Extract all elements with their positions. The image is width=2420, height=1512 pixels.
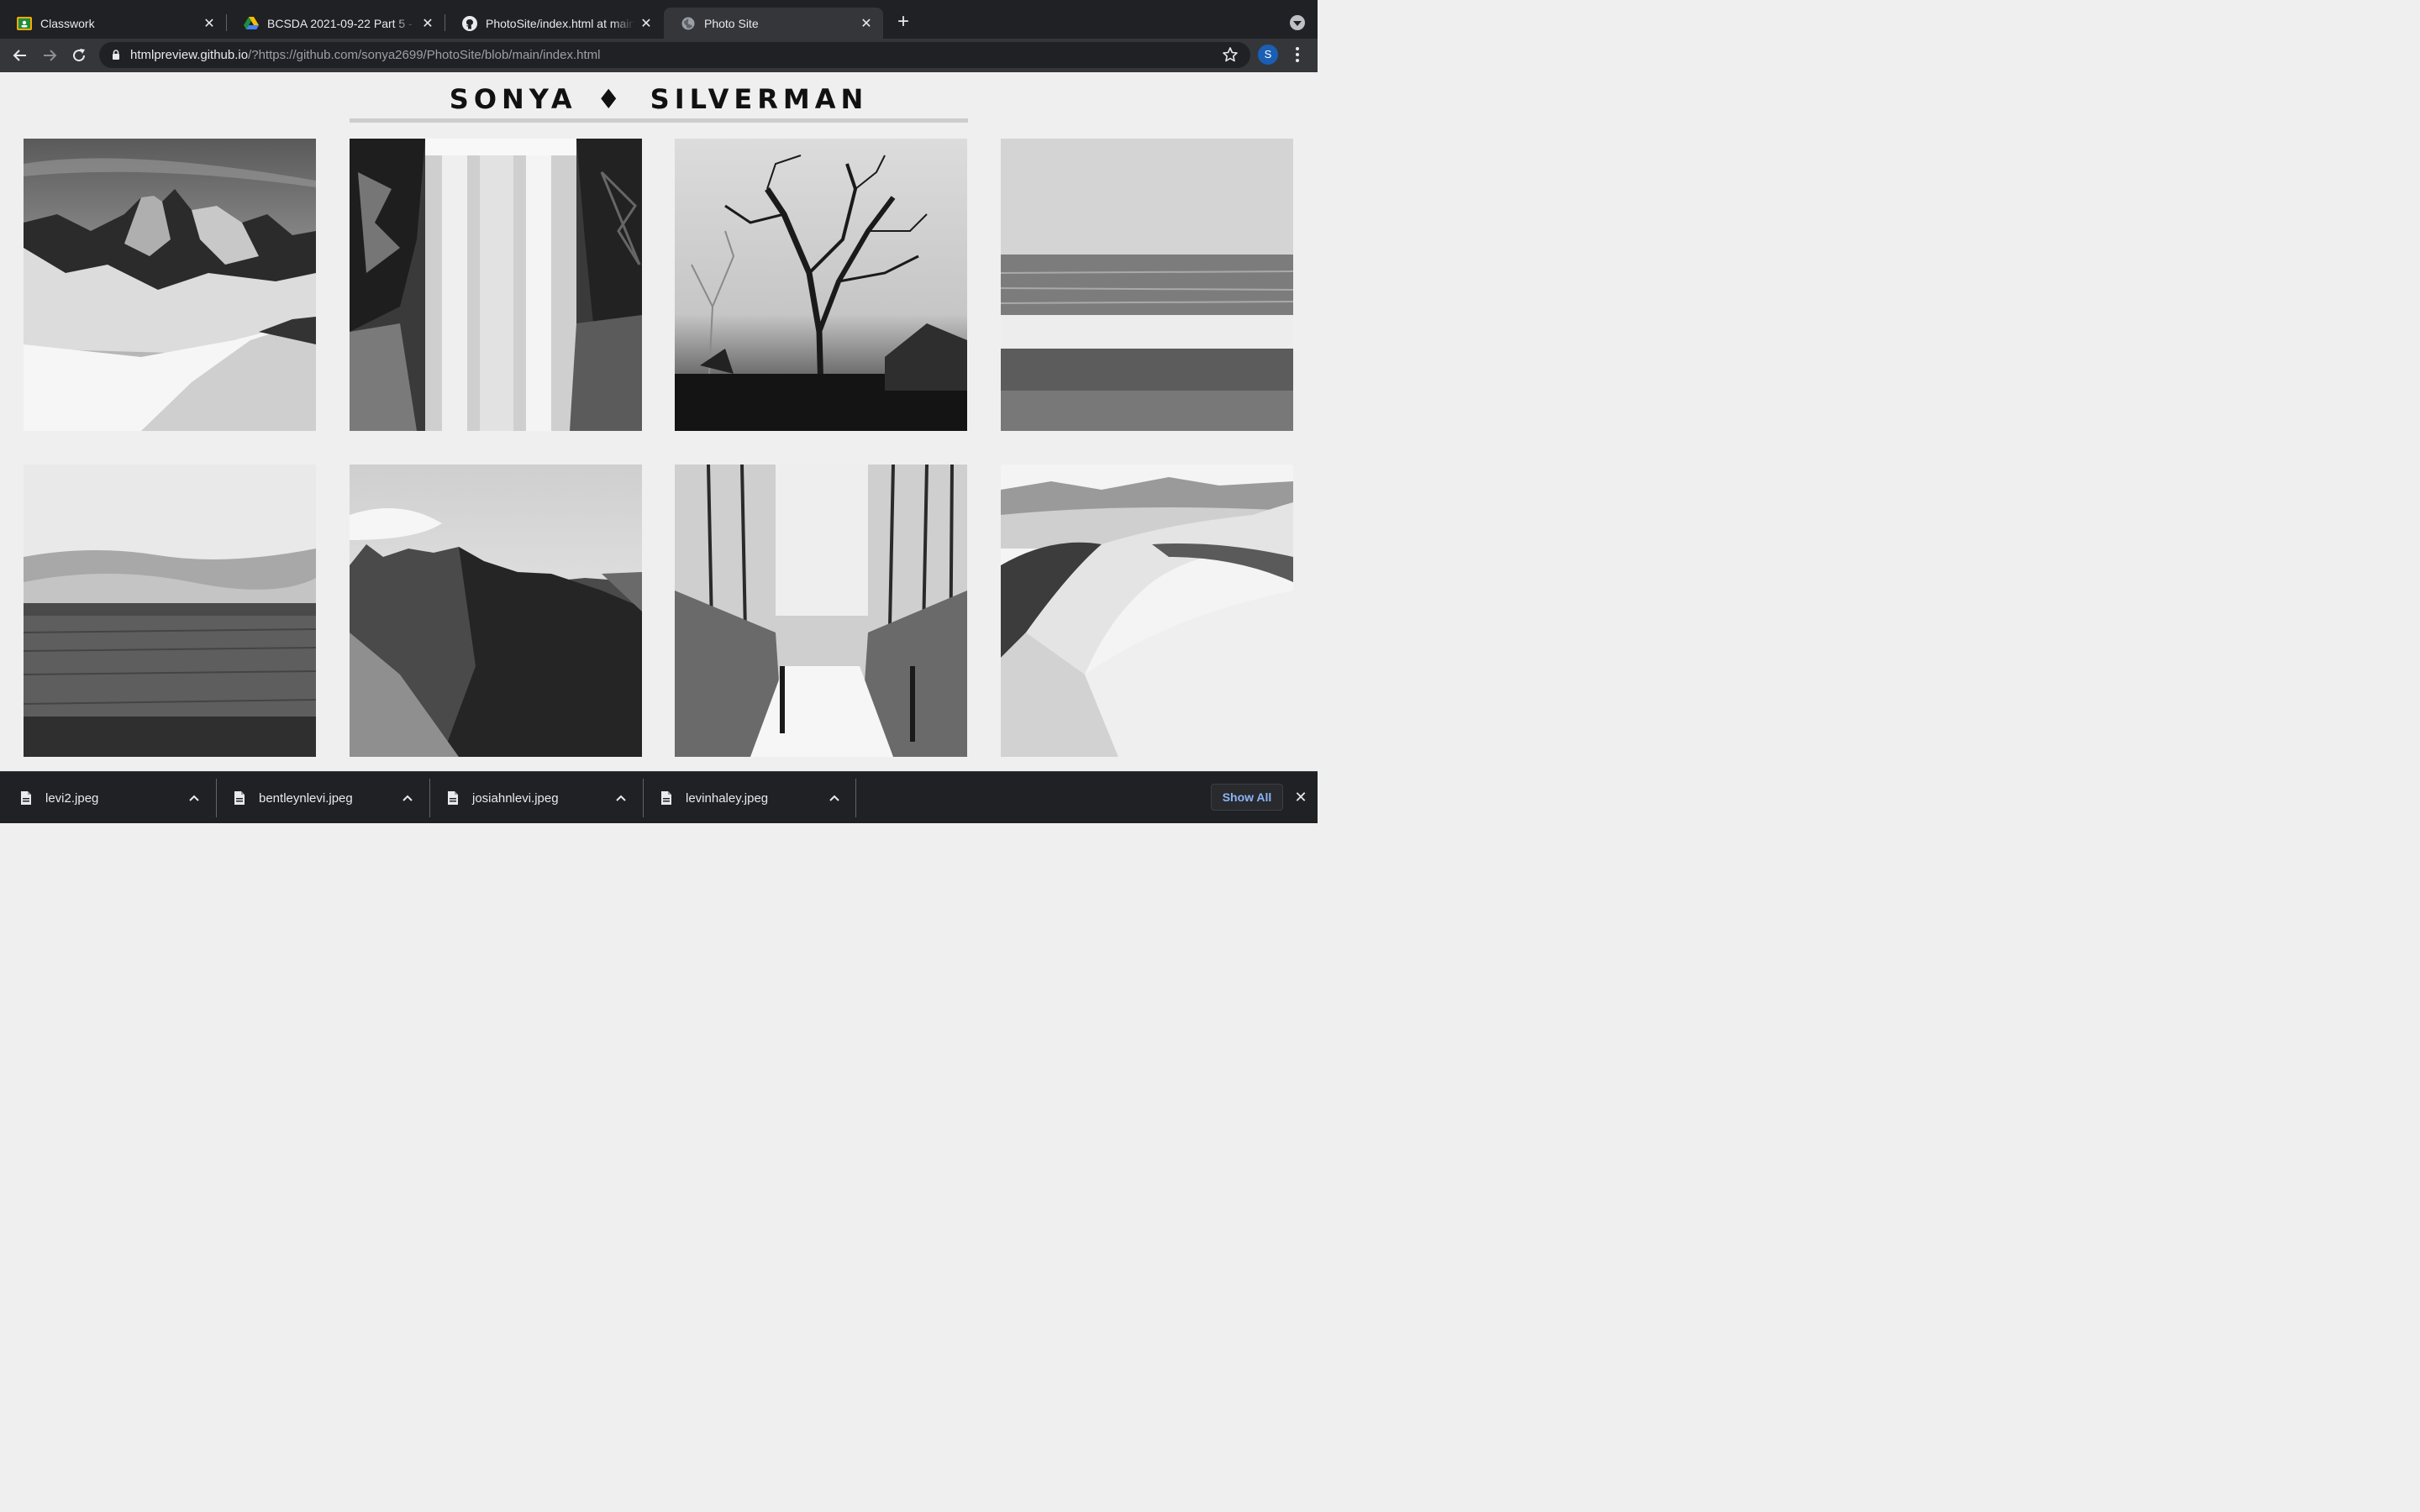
- photo-snowy-mountain-peaks: [24, 139, 316, 431]
- bookmark-star-icon[interactable]: [1222, 46, 1239, 63]
- url-path: /?https://github.com/sonya2699/PhotoSite…: [248, 48, 601, 62]
- photo-sand-dunes: [1001, 465, 1293, 757]
- chevron-up-icon[interactable]: [829, 792, 840, 804]
- forward-arrow-icon: [44, 50, 57, 61]
- photo-snowy-forest-path: [675, 465, 967, 757]
- address-bar[interactable]: htmlpreview.github.io/?https://github.co…: [99, 42, 1250, 68]
- tab-search-icon[interactable]: [1290, 15, 1305, 30]
- download-divider: [855, 779, 856, 817]
- download-filename: josiahnlevi.jpeg: [472, 790, 559, 806]
- download-filename: levi2.jpeg: [45, 790, 99, 806]
- tab-title: Classwork: [40, 16, 95, 30]
- tab-github[interactable]: PhotoSite/index.html at main · sonya2699…: [445, 8, 663, 39]
- profile-avatar[interactable]: S: [1258, 45, 1278, 65]
- google-classroom-icon: [17, 16, 32, 31]
- photo-ocean-shore: [1001, 139, 1293, 431]
- file-icon: [234, 791, 245, 805]
- tab-title: BCSDA 2021-09-22 Part 5 - Google Drive: [267, 16, 416, 30]
- google-drive-icon: [244, 16, 259, 31]
- photo-waterfall: [350, 139, 642, 431]
- download-filename: levinhaley.jpeg: [686, 790, 769, 806]
- download-item[interactable]: josiahnlevi.jpeg: [427, 772, 640, 824]
- download-item[interactable]: levinhaley.jpeg: [640, 772, 854, 824]
- tab-strip: Classwork ✕ BCSDA 2021-09-22 Part 5 - Go…: [0, 0, 1318, 39]
- browser-toolbar: htmlpreview.github.io/?https://github.co…: [0, 39, 1318, 72]
- download-item[interactable]: bentleynlevi.jpeg: [213, 772, 427, 824]
- tab-close-icon[interactable]: ✕: [638, 15, 655, 32]
- forward-button[interactable]: [39, 45, 60, 66]
- downloads-bar: levi2.jpeg bentleynlevi.jpeg josiahnlevi…: [0, 771, 1318, 823]
- tab-classwork[interactable]: Classwork ✕: [0, 8, 226, 39]
- show-all-button[interactable]: Show All: [1211, 784, 1283, 811]
- diamond-separator: ♦: [596, 83, 626, 115]
- file-icon: [661, 791, 671, 805]
- lock-icon[interactable]: [110, 49, 122, 60]
- photo-jagged-rock-ridge: [350, 465, 642, 757]
- file-icon: [448, 791, 458, 805]
- tab-title: Photo Site: [704, 16, 759, 30]
- title-underline: [350, 118, 968, 123]
- site-title-last: SILVERMAN: [650, 83, 869, 115]
- reload-icon: [73, 49, 86, 62]
- reload-button[interactable]: [68, 45, 90, 66]
- url-text[interactable]: htmlpreview.github.io/?https://github.co…: [130, 48, 601, 62]
- photo-rolling-hills-field: [24, 465, 316, 757]
- site-title-first: SONYA: [449, 83, 577, 115]
- back-arrow-icon: [13, 50, 26, 61]
- tab-google-drive[interactable]: BCSDA 2021-09-22 Part 5 - Google Drive ✕: [227, 8, 445, 39]
- url-host: htmlpreview.github.io: [130, 48, 249, 62]
- page-viewport: SONYA ♦ SILVERMAN: [0, 72, 1318, 771]
- back-button[interactable]: [9, 45, 31, 66]
- new-tab-button[interactable]: +: [893, 12, 913, 33]
- tab-close-icon[interactable]: ✕: [419, 15, 436, 32]
- site-title: SONYA ♦ SILVERMAN: [350, 83, 968, 115]
- tab-title: PhotoSite/index.html at main · sonya2699…: [486, 16, 634, 30]
- file-icon: [21, 791, 31, 805]
- tab-close-icon[interactable]: ✕: [858, 15, 875, 32]
- download-item[interactable]: levi2.jpeg: [0, 772, 213, 824]
- chevron-up-icon[interactable]: [615, 792, 627, 804]
- github-icon: [462, 15, 477, 31]
- close-downloads-icon[interactable]: ✕: [1292, 789, 1309, 806]
- tab-close-icon[interactable]: ✕: [201, 15, 218, 32]
- photo-bare-tree-in-fog: [675, 139, 967, 431]
- globe-icon: [681, 16, 696, 31]
- tab-photo-site[interactable]: Photo Site ✕: [664, 8, 883, 39]
- download-filename: bentleynlevi.jpeg: [259, 790, 353, 806]
- chevron-up-icon[interactable]: [188, 792, 200, 804]
- browser-menu-icon[interactable]: [1290, 45, 1305, 64]
- chevron-up-icon[interactable]: [402, 792, 413, 804]
